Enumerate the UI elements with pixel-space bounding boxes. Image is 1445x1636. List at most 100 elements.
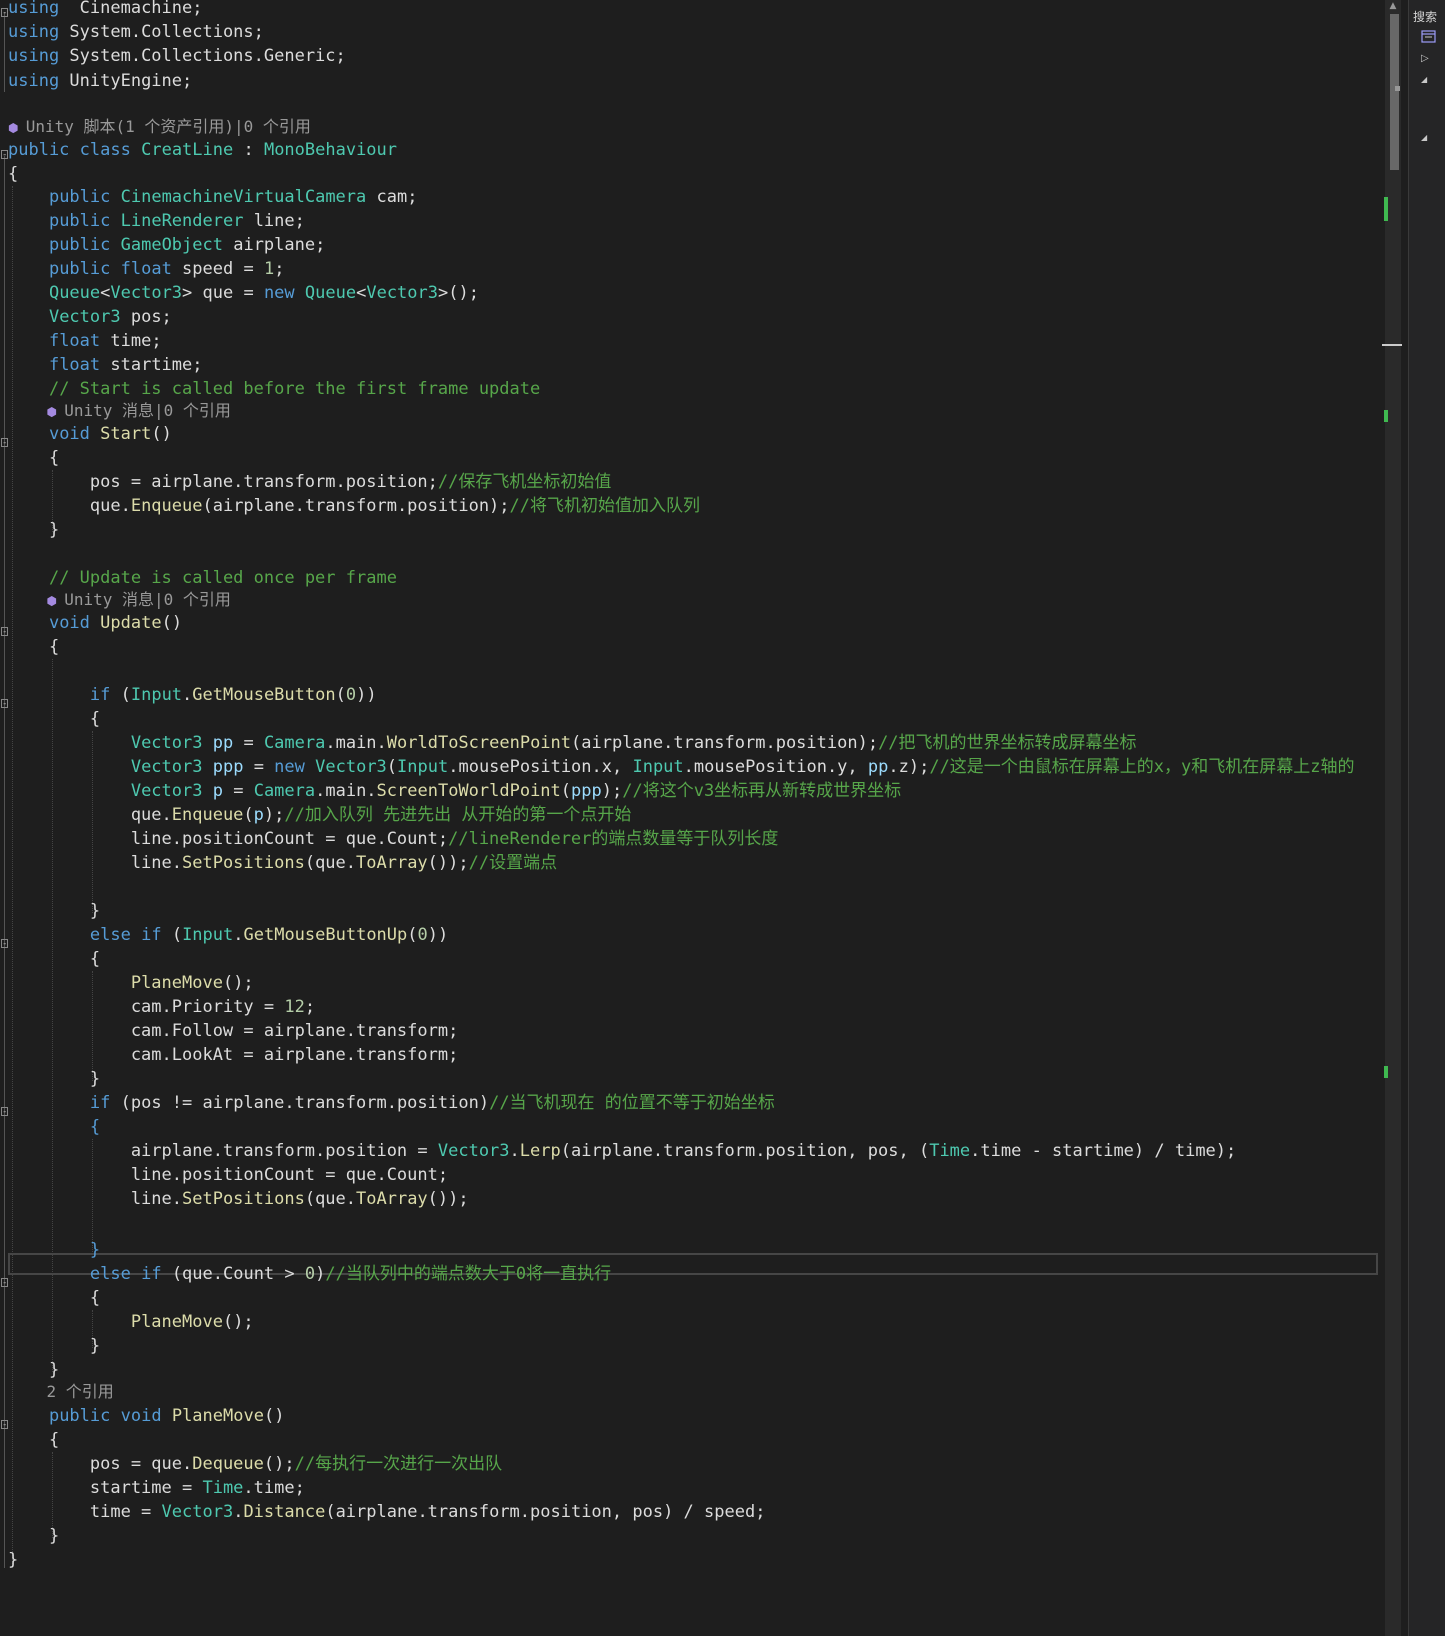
code-token: line.positionCount = que.Count; (8, 1165, 449, 1185)
code-token: PlaneMove (130, 1312, 223, 1332)
code-token: System.Collections; (59, 22, 264, 42)
code-token: que. (8, 496, 131, 516)
code-token: = (233, 733, 264, 753)
code-token: ( (243, 805, 254, 825)
code-line: using System.Collections; (8, 20, 264, 44)
code-line: Vector3 ppp = new Vector3(Input.mousePos… (8, 755, 1355, 779)
code-token: .main. (315, 781, 377, 801)
code-token: ; (304, 997, 316, 1017)
code-line: line.SetPositions(que.ToArray());//设置端点 (8, 851, 557, 875)
code-line: time = Vector3.Distance(airplane.transfo… (8, 1500, 766, 1524)
code-editor[interactable]: - - - - - - - - - using Cinemachine; usin… (0, 0, 1385, 1636)
collapse-triangle-icon[interactable]: ◢ (1421, 133, 1427, 142)
fold-toggle-icon[interactable]: - (1, 1107, 8, 1117)
code-line: airplane.transform.position = Vector3.Le… (8, 1139, 1236, 1163)
code-line: void Update() (8, 611, 182, 635)
code-token: if (141, 925, 162, 945)
code-token: public (48, 235, 111, 255)
code-line: // Start is called before the first fram… (8, 377, 540, 401)
codelens-hint[interactable]: ⬢ Unity 消息|0 个引用 (8, 588, 231, 612)
code-token: . (182, 685, 193, 705)
code-token: Enqueue (130, 496, 203, 516)
collapse-triangle-icon[interactable]: ◢ (1421, 75, 1427, 84)
code-token: WorldToScreenPoint (386, 733, 572, 753)
scrollbar-thumb[interactable] (1390, 14, 1399, 170)
code-token: .mousePosition.y, (683, 757, 868, 777)
code-token: public (48, 1406, 111, 1426)
code-token: (airplane.transform.position); (202, 496, 510, 516)
fold-toggle-icon[interactable]: - (1, 939, 8, 949)
scroll-position-dot (1395, 86, 1400, 91)
code-token: float (48, 355, 101, 375)
panel-icon[interactable] (1421, 30, 1437, 47)
fold-toggle-icon[interactable]: - (1, 1278, 8, 1288)
code-token: < (100, 283, 111, 303)
code-token: Vector3 (315, 757, 387, 777)
code-token: //当飞机现在 的位置不等于初始坐标 (489, 1093, 775, 1113)
code-token: .main. (325, 733, 387, 753)
codelens-hint[interactable]: ⬢ Unity 脚本(1 个资产引用)|0 个引用 (8, 115, 311, 139)
code-token: ( (386, 757, 398, 777)
code-line: { (8, 635, 59, 659)
code-token: pp (867, 757, 889, 777)
codelens-hint[interactable]: ⬢ Unity 消息|0 个引用 (8, 399, 231, 423)
code-token: .z); (888, 757, 930, 777)
fold-toggle-icon[interactable]: - (1, 699, 8, 709)
code-token: //将这个v3坐标再从新转成世界坐标 (622, 781, 902, 801)
fold-toggle-icon[interactable]: - (1, 150, 8, 160)
codelens-hint[interactable]: 2 个引用 (8, 1380, 114, 1404)
code-token: (pos != airplane.transform.position) (110, 1093, 490, 1113)
code-line: Queue<Vector3> que = new Queue<Vector3>(… (8, 281, 479, 305)
code-token: public (48, 211, 111, 231)
code-token: //这是一个由鼠标在屏幕上的x，y和飞机在屏幕上z轴的 (929, 757, 1355, 777)
code-token: : (233, 140, 264, 160)
code-token: //把飞机的世界坐标转成屏幕坐标 (878, 733, 1137, 753)
code-token: { (8, 709, 101, 729)
code-token: //每执行一次进行一次出队 (294, 1454, 503, 1474)
code-line: } (8, 518, 59, 542)
code-token: ); (263, 805, 285, 825)
code-line: using System.Collections.Generic; (8, 44, 346, 68)
fold-toggle-icon[interactable]: - (1, 627, 8, 637)
code-token: ); (601, 781, 623, 801)
code-line: PlaneMove(); (8, 971, 254, 995)
code-line: { (8, 1115, 100, 1139)
code-token: void (48, 424, 90, 444)
scroll-up-arrow-icon[interactable]: ▲ (1386, 0, 1400, 12)
search-tab[interactable]: 搜索 (1413, 8, 1437, 25)
play-arrow-icon[interactable]: ▷ (1421, 53, 1429, 64)
fold-outline (4, 156, 5, 1568)
code-line: line.positionCount = que.Count;//lineRen… (8, 827, 779, 851)
code-token: startime = (8, 1478, 203, 1498)
fold-outline (4, 12, 5, 92)
fold-toggle-icon[interactable]: - (1, 1420, 8, 1430)
code-token: 12 (284, 997, 305, 1017)
code-token: startime; (100, 355, 203, 375)
fold-toggle-icon[interactable]: - (1, 8, 8, 18)
code-token: ScreenToWorldPoint (376, 781, 561, 801)
code-token: cam.Priority = (8, 997, 285, 1017)
code-token: Queue (48, 283, 101, 303)
code-token: (que.Count > (161, 1264, 305, 1284)
code-line: { (8, 162, 18, 186)
vertical-scrollbar[interactable] (1385, 0, 1401, 1636)
code-token: ( (110, 685, 131, 705)
code-line: } (8, 1334, 100, 1358)
fold-toggle-icon[interactable]: - (1, 438, 8, 448)
tool-strip (1408, 0, 1445, 1636)
code-token: PlaneMove (130, 973, 223, 993)
code-line: cam.Follow = airplane.transform; (8, 1019, 459, 1043)
code-line: public GameObject airplane; (8, 233, 325, 257)
code-line: pos = airplane.transform.position;//保存飞机… (8, 470, 611, 494)
code-line: } (8, 1358, 59, 1382)
